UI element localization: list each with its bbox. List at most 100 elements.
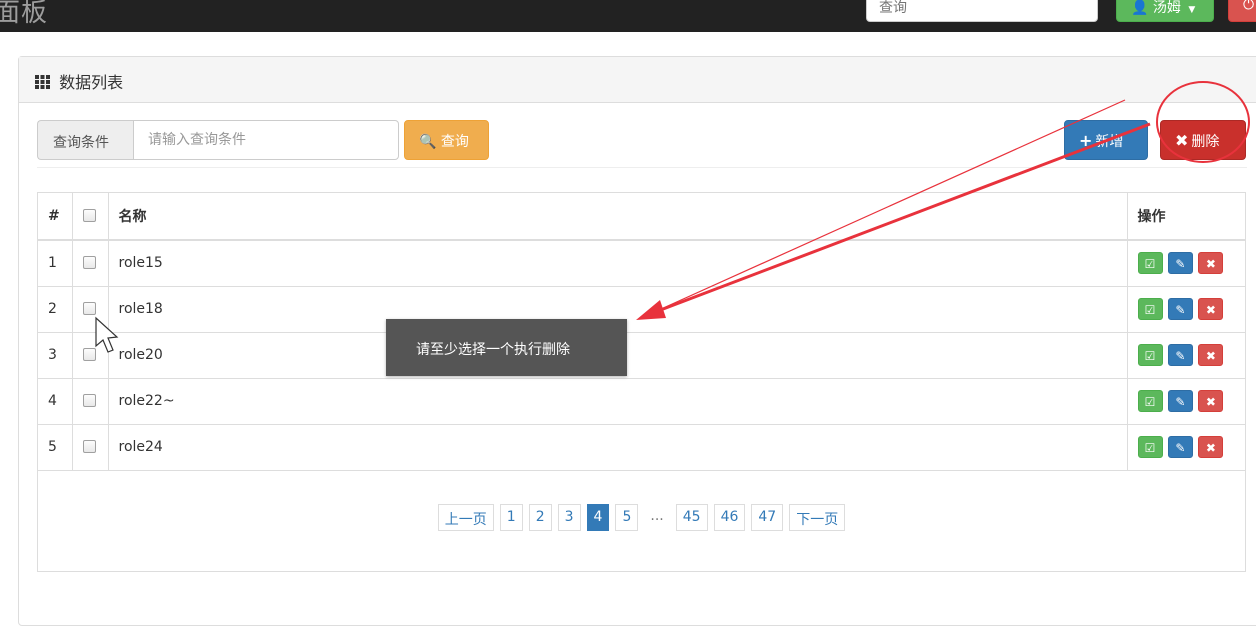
row-name: role22~ bbox=[108, 378, 1128, 425]
navbar-search-input[interactable] bbox=[866, 0, 1098, 22]
add-button-label: 新增 bbox=[1095, 134, 1124, 150]
header-num: # bbox=[38, 193, 73, 241]
page-link[interactable]: 3 bbox=[557, 504, 581, 531]
brand-title[interactable]: 面板 bbox=[0, 0, 48, 29]
assign-button[interactable]: ☑ bbox=[1137, 436, 1163, 458]
toast-message: 请至少选择一个执行删除 bbox=[386, 319, 627, 376]
pencil-icon: ✎ bbox=[1175, 257, 1186, 272]
query-button-label: 查询 bbox=[440, 134, 469, 150]
row-num: 1 bbox=[38, 240, 73, 287]
page-link[interactable]: 1 bbox=[499, 504, 523, 531]
row-checkbox[interactable] bbox=[82, 394, 96, 407]
pagination: 上一页 1 2 3 4 5 ... 45 46 47 下一页 bbox=[38, 504, 1245, 531]
power-icon: ⏻ bbox=[1243, 0, 1255, 13]
row-delete-button[interactable]: ✖ bbox=[1198, 344, 1224, 366]
query-condition-input[interactable] bbox=[133, 120, 399, 160]
table-row: 1 role15 ☑ ✎ ✖ bbox=[38, 240, 1245, 287]
caret-down-icon: ▼ bbox=[1188, 5, 1196, 15]
check-square-icon: ☑ bbox=[1144, 257, 1156, 272]
row-name: role15 bbox=[108, 240, 1128, 287]
user-name: 汤姆 bbox=[1152, 0, 1181, 16]
user-menu-button[interactable]: 👤 汤姆 ▼ bbox=[1116, 0, 1214, 22]
page-link[interactable]: 47 bbox=[751, 504, 784, 531]
pencil-icon: ✎ bbox=[1175, 303, 1186, 317]
add-button[interactable]: + 新增 bbox=[1064, 120, 1148, 160]
row-ops: ☑ ✎ ✖ bbox=[1127, 378, 1245, 425]
row-delete-button[interactable]: ✖ bbox=[1198, 390, 1224, 412]
row-checkbox[interactable] bbox=[82, 256, 96, 270]
check-square-icon: ☑ bbox=[1144, 349, 1156, 363]
select-all-checkbox[interactable] bbox=[82, 209, 96, 222]
row-num: 4 bbox=[38, 378, 73, 425]
x-icon: ✖ bbox=[1205, 303, 1216, 317]
page-link-active[interactable]: 4 bbox=[586, 504, 610, 531]
check-square-icon: ☑ bbox=[1144, 395, 1156, 409]
row-delete-button[interactable]: ✖ bbox=[1198, 436, 1224, 458]
delete-button-label: 删除 bbox=[1191, 134, 1220, 150]
row-delete-button[interactable]: ✖ bbox=[1198, 298, 1224, 320]
logout-button[interactable]: ⏻ bbox=[1228, 0, 1256, 22]
query-addon-label: 查询条件 bbox=[37, 120, 133, 160]
panel-title: 数据列表 bbox=[59, 73, 124, 92]
header-name: 名称 bbox=[108, 193, 1128, 241]
x-icon: ✖ bbox=[1205, 257, 1216, 272]
check-square-icon: ☑ bbox=[1144, 303, 1156, 317]
assign-button[interactable]: ☑ bbox=[1137, 344, 1163, 366]
panel-heading: 数据列表 bbox=[19, 57, 1256, 103]
row-num: 2 bbox=[38, 286, 73, 333]
row-ops: ☑ ✎ ✖ bbox=[1127, 424, 1245, 471]
search-icon: 🔍 bbox=[419, 134, 437, 150]
edit-button[interactable]: ✎ bbox=[1167, 390, 1193, 412]
page-link[interactable]: 46 bbox=[713, 504, 746, 531]
table-row: 2 role18 ☑ ✎ ✖ bbox=[38, 286, 1245, 333]
query-form: 查询条件 bbox=[37, 120, 399, 160]
pencil-icon: ✎ bbox=[1175, 349, 1186, 363]
page-link[interactable]: 5 bbox=[615, 504, 639, 531]
plus-icon: + bbox=[1079, 131, 1093, 150]
row-num: 3 bbox=[38, 332, 73, 379]
row-ops: ☑ ✎ ✖ bbox=[1127, 240, 1245, 287]
page-prev[interactable]: 上一页 bbox=[437, 504, 494, 531]
assign-button[interactable]: ☑ bbox=[1137, 252, 1163, 275]
page-next[interactable]: 下一页 bbox=[789, 504, 846, 531]
assign-button[interactable]: ☑ bbox=[1137, 390, 1163, 412]
table-row: 5 role24 ☑ ✎ ✖ bbox=[38, 424, 1245, 471]
row-checkbox[interactable] bbox=[82, 440, 96, 453]
row-num: 5 bbox=[38, 424, 73, 471]
check-square-icon: ☑ bbox=[1144, 441, 1156, 455]
header-ops: 操作 bbox=[1127, 193, 1245, 241]
row-delete-button[interactable]: ✖ bbox=[1198, 252, 1224, 275]
edit-button[interactable]: ✎ bbox=[1167, 252, 1193, 275]
row-ops: ☑ ✎ ✖ bbox=[1127, 332, 1245, 379]
pencil-icon: ✎ bbox=[1175, 395, 1186, 409]
divider bbox=[37, 167, 1247, 168]
edit-button[interactable]: ✎ bbox=[1167, 344, 1193, 366]
edit-button[interactable]: ✎ bbox=[1167, 436, 1193, 458]
row-checkbox[interactable] bbox=[82, 302, 96, 315]
data-table: # 名称 操作 1 role15 ☑ ✎ ✖ 2 role18 ☑ ✎ ✖ 3 … bbox=[38, 193, 1245, 471]
table-row: 3 role20 ☑ ✎ ✖ bbox=[38, 332, 1245, 379]
header-select-all bbox=[72, 193, 109, 241]
x-icon: ✖ bbox=[1205, 395, 1216, 409]
pencil-icon: ✎ bbox=[1175, 441, 1186, 455]
data-list-panel: 数据列表 查询条件 🔍 查询 +新增 ✖删除 # 名称 操作 1 bbox=[18, 56, 1256, 626]
data-table-wrapper: # 名称 操作 1 role15 ☑ ✎ ✖ 2 role18 ☑ ✎ ✖ 3 … bbox=[37, 192, 1246, 572]
top-navbar: 面板 👤 汤姆 ▼ ⏻ bbox=[0, 0, 1256, 32]
x-icon: ✖ bbox=[1205, 349, 1216, 363]
edit-button[interactable]: ✎ bbox=[1167, 298, 1193, 320]
page-link[interactable]: 2 bbox=[528, 504, 552, 531]
assign-button[interactable]: ☑ bbox=[1137, 298, 1163, 320]
user-icon: 👤 bbox=[1131, 0, 1149, 16]
delete-button[interactable]: ✖ 删除 bbox=[1160, 120, 1246, 160]
x-icon: ✖ bbox=[1205, 441, 1216, 455]
grid-icon bbox=[35, 75, 50, 89]
row-checkbox[interactable] bbox=[82, 348, 96, 361]
query-button[interactable]: 🔍 查询 bbox=[404, 120, 489, 160]
table-header-row: # 名称 操作 bbox=[38, 193, 1245, 241]
row-ops: ☑ ✎ ✖ bbox=[1127, 286, 1245, 333]
page-ellipsis: ... bbox=[644, 504, 670, 531]
x-icon: ✖ bbox=[1175, 131, 1189, 150]
table-row: 4 role22~ ☑ ✎ ✖ bbox=[38, 378, 1245, 425]
row-name: role24 bbox=[108, 424, 1128, 471]
page-link[interactable]: 45 bbox=[675, 504, 708, 531]
